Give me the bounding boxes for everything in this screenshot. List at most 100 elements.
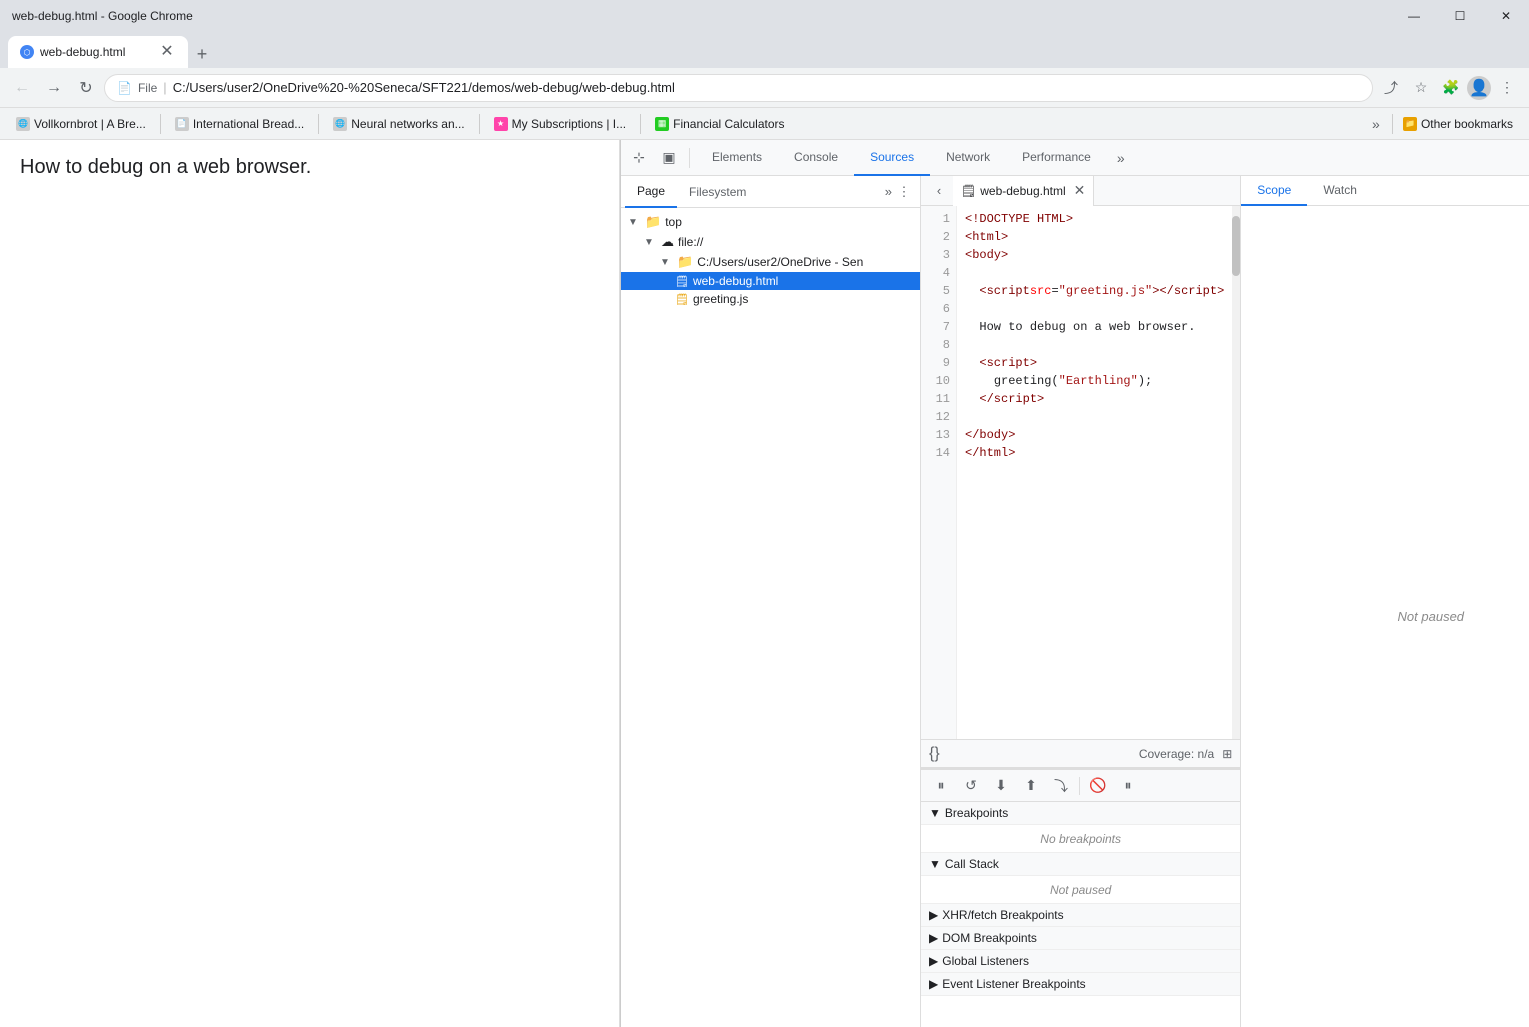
new-tab-button[interactable]: + (188, 40, 216, 68)
bookmark-favicon-5: ▦ (655, 117, 669, 131)
debugger-bottom: ⏸ ↺ ⬇ ⬆ ⤵ 🚫 ⏸ ▼ Breakpoint (921, 767, 1240, 1027)
code-line-7: How to debug on a web browser. (965, 318, 1224, 336)
page-heading: How to debug on a web browser. (20, 156, 599, 179)
debug-step-into-button[interactable]: ⬆ (1019, 774, 1043, 798)
editor-tab-icon: 🗒 (961, 184, 976, 198)
debug-pause-button[interactable]: ⏸ (929, 774, 953, 798)
xhr-breakpoints-header[interactable]: ▶ XHR/fetch Breakpoints (921, 904, 1240, 927)
tab-console[interactable]: Console (778, 140, 854, 176)
tree-item-file[interactable]: ▼ ☁ file:// (621, 232, 920, 252)
share-button[interactable]: ⤴ (1377, 74, 1405, 102)
bookmark-other[interactable]: 📁 Other bookmarks (1395, 115, 1521, 133)
bookmark-international[interactable]: 📄 International Bread... (167, 115, 312, 133)
code-content[interactable]: <!DOCTYPE HTML> <html> <body> <script sr… (957, 206, 1232, 739)
tab-watch[interactable]: Watch (1307, 176, 1373, 206)
reload-button[interactable]: ↻ (72, 74, 100, 102)
bookmark-separator-3 (479, 114, 480, 134)
editor-tabs: ‹ 🗒 web-debug.html ✕ (921, 176, 1240, 206)
tab-network[interactable]: Network (930, 140, 1006, 176)
curly-braces-icon[interactable]: {} (929, 745, 940, 763)
devtools-panel: ⊹ ▣ Elements Console Sources Network Per… (620, 140, 1529, 1027)
debug-toolbar: ⏸ ↺ ⬇ ⬆ ⤵ 🚫 ⏸ (921, 770, 1240, 802)
url-separator: | (163, 80, 166, 95)
bookmark-label-6: Other bookmarks (1421, 117, 1513, 131)
code-line-13: </body> (965, 426, 1224, 444)
editor-scrollbar[interactable] (1232, 206, 1240, 739)
debug-deactivate-button[interactable]: 🚫 (1086, 774, 1110, 798)
debug-step-over-button[interactable]: ⬇ (989, 774, 1013, 798)
tree-item-dir[interactable]: ▼ 📁 C:/Users/user2/OneDrive - Sen (621, 252, 920, 272)
devtools-toolbar-separator (689, 148, 690, 168)
sources-tab-filesystem[interactable]: Filesystem (677, 176, 758, 208)
bookmark-favicon-2: 📄 (175, 117, 189, 131)
url-bar[interactable]: 📄 File | C:/Users/user2/OneDrive%20-%20S… (104, 74, 1373, 102)
extensions-button[interactable]: 🧩 (1437, 74, 1465, 102)
tree-item-top[interactable]: ▼ 📁 top (621, 212, 920, 232)
bookmark-label-4: My Subscriptions | I... (512, 117, 627, 131)
editor-tab-webdebug[interactable]: 🗒 web-debug.html ✕ (953, 176, 1094, 206)
code-line-6 (965, 300, 1224, 318)
tree-item-webdebug[interactable]: 🗒 web-debug.html (621, 272, 920, 290)
folder-icon-dir: 📁 (677, 254, 693, 270)
bookmark-neural[interactable]: 🌐 Neural networks an... (325, 115, 472, 133)
call-stack-header[interactable]: ▼ Call Stack (921, 853, 1240, 876)
file-icon: 📄 (117, 81, 132, 95)
editor-tab-label: web-debug.html (980, 184, 1065, 198)
close-button[interactable]: ✕ (1483, 0, 1529, 32)
debug-async-button[interactable]: ⏸ (1116, 774, 1140, 798)
bookmark-favicon-6: 📁 (1403, 117, 1417, 131)
minimize-button[interactable]: — (1391, 0, 1437, 32)
more-button[interactable]: ⋮ (1493, 74, 1521, 102)
tab-sources[interactable]: Sources (854, 140, 930, 176)
line-num-7: 7 (921, 318, 956, 336)
file-label: File (138, 81, 157, 95)
line-num-6: 6 (921, 300, 956, 318)
address-bar-actions: ⤴ ☆ 🧩 👤 ⋮ (1377, 74, 1521, 102)
breakpoints-header[interactable]: ▼ Breakpoints (921, 802, 1240, 825)
code-editor[interactable]: 1 2 3 4 5 6 7 8 9 10 11 12 13 (921, 206, 1240, 739)
devtools-cursor-icon[interactable]: ⊹ (625, 144, 653, 172)
browser-tab-active[interactable]: ⬡ web-debug.html ✕ (8, 36, 188, 68)
tab-performance[interactable]: Performance (1006, 140, 1107, 176)
sources-tab-page[interactable]: Page (625, 176, 677, 208)
tab-elements[interactable]: Elements (696, 140, 778, 176)
bookmark-financial[interactable]: ▦ Financial Calculators (647, 115, 792, 133)
line-num-10: 10 (921, 372, 956, 390)
back-button[interactable]: ← (8, 74, 36, 102)
line-num-8: 8 (921, 336, 956, 354)
bookmark-button[interactable]: ☆ (1407, 74, 1435, 102)
editor-scrollbar-thumb[interactable] (1232, 216, 1240, 276)
maximize-button[interactable]: ☐ (1437, 0, 1483, 32)
tab-close-button[interactable]: ✕ (158, 43, 176, 61)
sources-middle-pane: ‹ 🗒 web-debug.html ✕ 1 2 3 4 (921, 176, 1240, 1027)
coverage-icon[interactable]: ⊞ (1222, 747, 1232, 761)
editor-tab-left-arrow[interactable]: ‹ (925, 183, 953, 198)
devtools-more-tabs[interactable]: » (1107, 144, 1135, 172)
event-arrow: ▶ (929, 977, 938, 991)
bookmark-vollkornbrot[interactable]: 🌐 Vollkornbrot | A Bre... (8, 115, 154, 133)
code-line-10: greeting("Earthling"); (965, 372, 1224, 390)
debug-toolbar-separator (1079, 777, 1080, 795)
devtools-device-icon[interactable]: ▣ (655, 144, 683, 172)
tab-title: web-debug.html (40, 45, 125, 59)
tree-item-greetingjs[interactable]: 🗒 greeting.js (621, 290, 920, 308)
debug-resume-button[interactable]: ↺ (959, 774, 983, 798)
tab-scope[interactable]: Scope (1241, 176, 1307, 206)
bookmarks-more-button[interactable]: » (1362, 110, 1390, 138)
breakpoints-arrow: ▼ (929, 806, 941, 820)
profile-button[interactable]: 👤 (1467, 76, 1491, 100)
tree-label-top: top (665, 215, 682, 229)
forward-button[interactable]: → (40, 74, 68, 102)
bookmark-label-2: International Bread... (193, 117, 304, 131)
bookmark-subscriptions[interactable]: ★ My Subscriptions | I... (486, 115, 635, 133)
code-line-8 (965, 336, 1224, 354)
global-listeners-header[interactable]: ▶ Global Listeners (921, 950, 1240, 973)
code-line-14: </html> (965, 444, 1224, 462)
event-listener-breakpoints-header[interactable]: ▶ Event Listener Breakpoints (921, 973, 1240, 996)
dom-breakpoints-header[interactable]: ▶ DOM Breakpoints (921, 927, 1240, 950)
sources-tabs-more[interactable]: » (885, 184, 892, 199)
sources-menu-button[interactable]: ⋮ (892, 180, 916, 204)
debug-step-out-button[interactable]: ⤵ (1049, 774, 1073, 798)
editor-tab-close[interactable]: ✕ (1074, 182, 1086, 199)
coverage-text: Coverage: n/a (1139, 747, 1214, 761)
